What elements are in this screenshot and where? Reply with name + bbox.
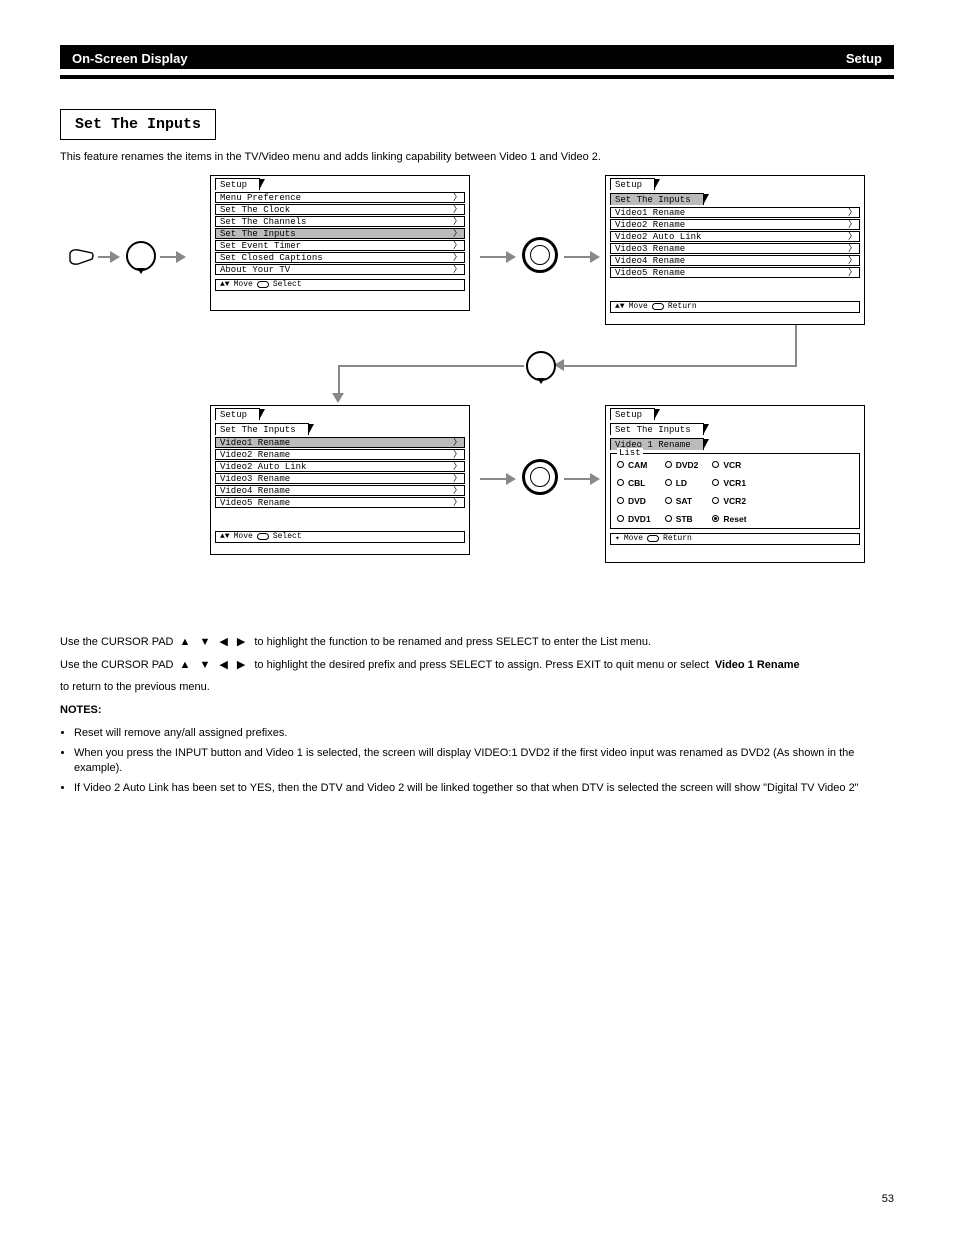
note-item: Reset will remove any/all assigned prefi…	[74, 726, 894, 741]
page-number: 53	[882, 1193, 894, 1205]
radio-option[interactable]: VCR1	[712, 478, 746, 488]
menu-item[interactable]: Video4 Rename〉	[610, 255, 860, 266]
notes-title: NOTES:	[60, 703, 894, 718]
setup-tab: Setup	[610, 408, 655, 420]
cursor-down-icon	[526, 351, 556, 381]
body-bold: Video 1 Rename	[715, 658, 800, 673]
menu-item-selected[interactable]: Video1 Rename〉	[215, 437, 465, 448]
menu-footer: ▲▼MoveSelect	[215, 531, 465, 543]
radio-option[interactable]: CBL	[617, 478, 651, 488]
menu-item[interactable]: Set The Channels〉	[215, 216, 465, 227]
section-title: Set The Inputs	[60, 109, 216, 140]
header-divider	[60, 69, 894, 79]
menu-item-selected[interactable]: Set The Inputs〉	[215, 228, 465, 239]
menu-item[interactable]: Set The Clock〉	[215, 204, 465, 215]
select-button-icon	[522, 459, 558, 495]
cursor-arrows-icon: ▲ ▼ ◀ ▶	[180, 635, 249, 650]
body-line: Use the CURSOR PAD	[60, 635, 174, 650]
radio-option[interactable]: VCR	[712, 460, 746, 470]
body-line: Use the CURSOR PAD	[60, 658, 174, 673]
menu-footer: ▲▼MoveReturn	[610, 301, 860, 313]
radio-option[interactable]: STB	[665, 514, 699, 524]
menu-item[interactable]: Set Event Timer〉	[215, 240, 465, 251]
setup-tab: Setup	[610, 178, 655, 190]
menu-item[interactable]: Video2 Rename〉	[215, 449, 465, 460]
menu-item[interactable]: Video5 Rename〉	[610, 267, 860, 278]
setup-menu[interactable]: Setup Menu Preference〉 Set The Clock〉 Se…	[210, 175, 470, 311]
menu-item[interactable]: Video2 Rename〉	[610, 219, 860, 230]
menu-item[interactable]: Video2 Auto Link〉	[610, 231, 860, 242]
page-header: On-Screen Display Setup	[60, 45, 894, 69]
header-left: On-Screen Display	[72, 51, 188, 66]
arrow-icon	[564, 251, 600, 263]
connector	[795, 325, 797, 365]
connector	[338, 365, 340, 395]
arrow-icon	[160, 251, 186, 263]
menu-footer: ▲▼MoveSelect	[215, 279, 465, 291]
setup-tab: Setup	[215, 408, 260, 420]
rename-list-menu[interactable]: Setup Set The Inputs Video 1 Rename List…	[605, 405, 865, 563]
radio-option[interactable]: DVD	[617, 496, 651, 506]
menu-item[interactable]: Video5 Rename〉	[215, 497, 465, 508]
menu-item[interactable]: Video3 Rename〉	[610, 243, 860, 254]
body-line: to return to the previous menu.	[60, 680, 210, 695]
select-button-icon	[522, 237, 558, 273]
menu-item[interactable]: Video1 Rename〉	[610, 207, 860, 218]
body-line: to highlight the desired prefix and pres…	[254, 658, 709, 673]
body-text: Use the CURSOR PAD ▲ ▼ ◀ ▶ to highlight …	[60, 635, 894, 796]
inputs-tab: Set The Inputs	[610, 193, 704, 205]
menu-item[interactable]: About Your TV〉	[215, 264, 465, 275]
radio-option[interactable]: SAT	[665, 496, 699, 506]
radio-option[interactable]: CAM	[617, 460, 651, 470]
cursor-down-icon	[126, 241, 156, 271]
setup-tab: Setup	[215, 178, 260, 190]
arrow-icon	[332, 393, 344, 403]
intro-text: This feature renames the items in the TV…	[60, 150, 894, 165]
note-item: If Video 2 Auto Link has been set to YES…	[74, 781, 894, 796]
body-line: to highlight the function to be renamed …	[254, 635, 651, 650]
inputs-menu[interactable]: Setup Set The Inputs Video1 Rename〉 Vide…	[605, 175, 865, 325]
menu-item[interactable]: Set Closed Captions〉	[215, 252, 465, 263]
notes-list: Reset will remove any/all assigned prefi…	[74, 726, 894, 796]
menu-item[interactable]: Video3 Rename〉	[215, 473, 465, 484]
arrow-icon	[480, 473, 516, 485]
menu-footer: ✦MoveReturn	[610, 533, 860, 545]
menu-item[interactable]: Video4 Rename〉	[215, 485, 465, 496]
radio-option[interactable]: DVD1	[617, 514, 651, 524]
menu-button-icon	[68, 247, 94, 267]
radio-option[interactable]: DVD2	[665, 460, 699, 470]
radio-option-selected[interactable]: Reset	[712, 514, 746, 524]
inputs-tab: Set The Inputs	[215, 423, 309, 435]
diagram: Setup Menu Preference〉 Set The Clock〉 Se…	[60, 175, 894, 595]
menu-item[interactable]: Video2 Auto Link〉	[215, 461, 465, 472]
arrow-icon	[564, 473, 600, 485]
connector	[338, 365, 524, 367]
arrow-icon	[480, 251, 516, 263]
radio-option[interactable]: VCR2	[712, 496, 746, 506]
inputs-tab: Set The Inputs	[610, 423, 704, 435]
rename-list: List CAM CBL DVD DVD1 DVD2 LD SAT STB	[610, 453, 860, 529]
arrow-icon	[98, 251, 120, 263]
inputs-menu-2[interactable]: Setup Set The Inputs Video1 Rename〉 Vide…	[210, 405, 470, 555]
menu-item[interactable]: Menu Preference〉	[215, 192, 465, 203]
note-item: When you press the INPUT button and Vide…	[74, 746, 894, 777]
radio-option[interactable]: LD	[665, 478, 699, 488]
header-right: Setup	[846, 51, 882, 66]
cursor-arrows-icon: ▲ ▼ ◀ ▶	[180, 658, 249, 673]
connector	[564, 365, 797, 367]
